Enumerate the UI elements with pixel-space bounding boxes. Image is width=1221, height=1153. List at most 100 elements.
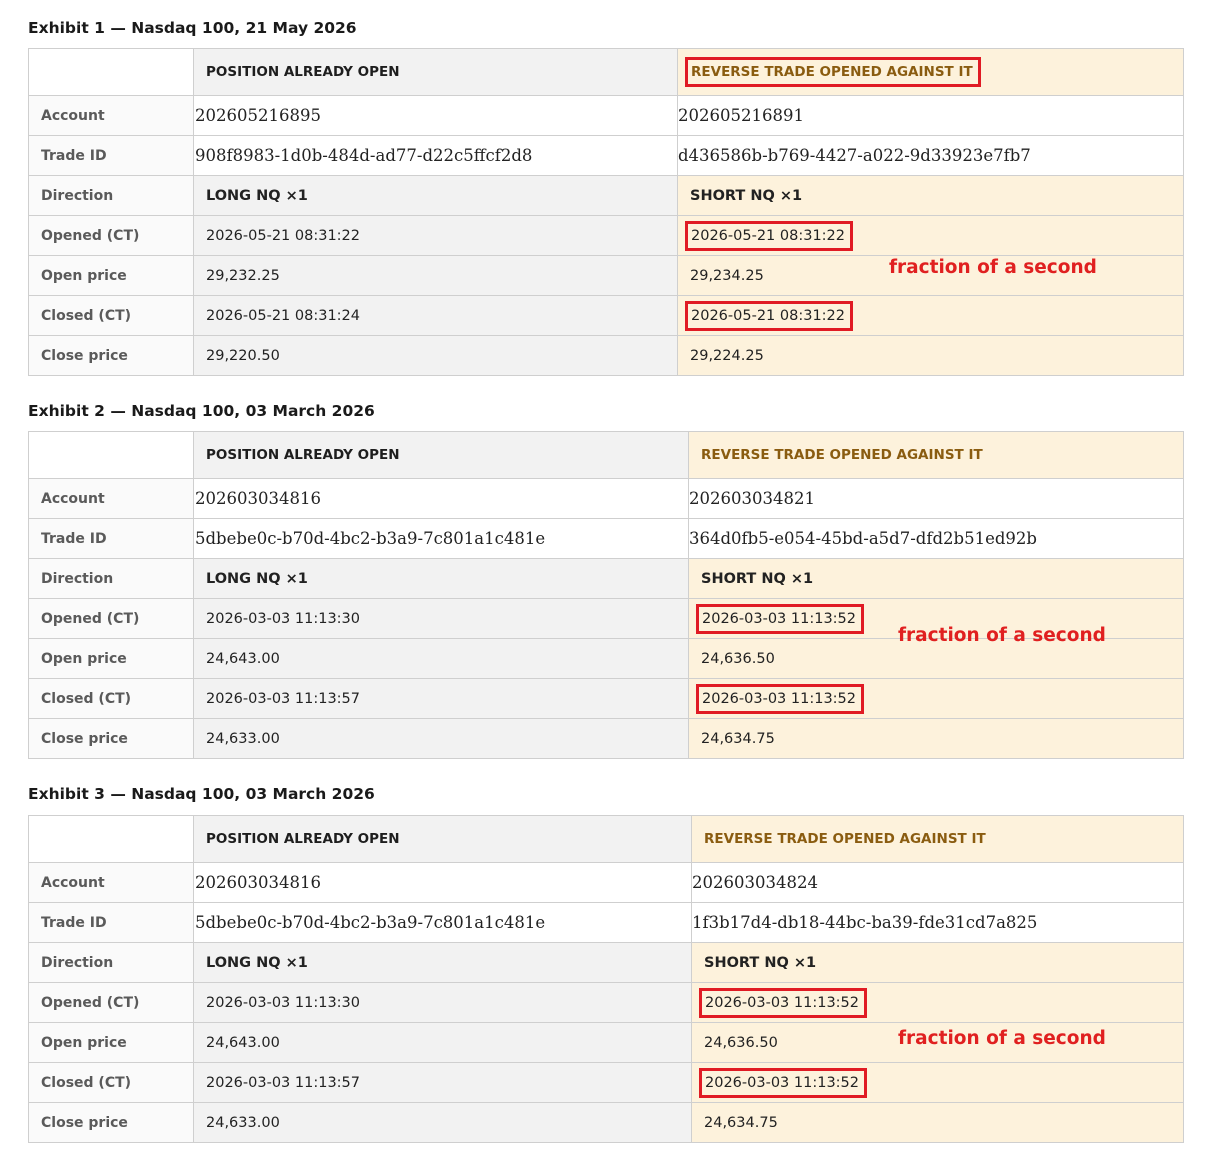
trade-comparison-table: POSITION ALREADY OPEN REVERSE TRADE OPEN… [28,431,1184,759]
table-row-trade-id: Trade ID 5dbebe0c-b70d-4bc2-b3a9-7c801a1… [28,518,1184,559]
open-opened-time: 2026-03-03 11:13:30 [193,598,689,639]
open-opened-time: 2026-03-03 11:13:30 [193,982,692,1023]
header-position-already-open: POSITION ALREADY OPEN [193,431,689,479]
exhibit-title: Exhibit 1 — Nasdaq 100, 21 May 2026 [28,19,357,37]
table-header-row: POSITION ALREADY OPEN REVERSE TRADE OPEN… [28,431,1184,479]
highlighted-timestamp: 2026-03-03 11:13:52 [696,603,864,634]
reverse-closed-time: 2026-03-03 11:13:52 [691,1062,1184,1103]
row-label: Close price [28,335,194,376]
header-reverse-trade: REVERSE TRADE OPENED AGAINST IT [691,815,1184,863]
open-opened-time: 2026-05-21 08:31:22 [193,215,678,256]
table-row-direction: Direction LONG NQ ×1 SHORT NQ ×1 [28,175,1184,216]
exhibit-2: Exhibit 2 — Nasdaq 100, 03 March 2026 PO… [28,399,1184,759]
open-trade-id: 5dbebe0c-b70d-4bc2-b3a9-7c801a1c481e [193,518,689,559]
row-label: Direction [28,558,194,599]
table-row-opened: Opened (CT) 2026-05-21 08:31:22 2026-05-… [28,215,1184,256]
table-row-account: Account 202603034816 202603034824 [28,862,1184,903]
row-label: Opened (CT) [28,982,194,1023]
table-row-open-price: Open price 24,643.00 24,636.50 fraction o… [28,1022,1184,1063]
open-direction: LONG NQ ×1 [193,558,689,599]
open-open-price: 29,232.25 [193,255,678,296]
exhibit-title: Exhibit 2 — Nasdaq 100, 03 March 2026 [28,402,375,420]
row-label: Open price [28,1022,194,1063]
reverse-close-price: 24,634.75 [691,1102,1184,1143]
open-account: 202603034816 [193,478,689,519]
row-label: Trade ID [28,518,194,559]
row-label: Account [28,478,194,519]
reverse-opened-time: 2026-03-03 11:13:52 [691,982,1184,1023]
reverse-account: 202603034821 [688,478,1184,519]
open-direction: LONG NQ ×1 [193,942,692,983]
fraction-annotation: fraction of a second [898,624,1106,646]
row-label: Opened (CT) [28,598,194,639]
trade-comparison-table: POSITION ALREADY OPEN REVERSE TRADE OPEN… [28,815,1184,1143]
header-position-already-open: POSITION ALREADY OPEN [193,815,692,863]
open-close-price: 29,220.50 [193,335,678,376]
reverse-direction: SHORT NQ ×1 [677,175,1184,216]
table-row-close-price: Close price 29,220.50 29,224.25 [28,335,1184,376]
table-row-direction: Direction LONG NQ ×1 SHORT NQ ×1 [28,558,1184,599]
open-trade-id: 5dbebe0c-b70d-4bc2-b3a9-7c801a1c481e [193,902,692,943]
exhibit-1: Exhibit 1 — Nasdaq 100, 21 May 2026 POSI… [28,16,1184,376]
open-open-price: 24,643.00 [193,1022,692,1063]
row-label: Trade ID [28,135,194,176]
row-label: Open price [28,255,194,296]
reverse-closed-time: 2026-03-03 11:13:52 [688,678,1184,719]
open-close-price: 24,633.00 [193,718,689,759]
table-row-close-price: Close price 24,633.00 24,634.75 [28,718,1184,759]
table-row-trade-id: Trade ID 5dbebe0c-b70d-4bc2-b3a9-7c801a1… [28,902,1184,943]
row-label: Account [28,95,194,136]
reverse-trade-id: d436586b-b769-4427-a022-9d33923e7fb7 [677,135,1184,176]
table-row-open-price: Open price 29,232.25 29,234.25 fraction o… [28,255,1184,296]
open-trade-id: 908f8983-1d0b-484d-ad77-d22c5ffcf2d8 [193,135,678,176]
highlighted-header: REVERSE TRADE OPENED AGAINST IT [685,57,981,87]
reverse-account: 202603034824 [691,862,1184,903]
row-label: Closed (CT) [28,1062,194,1103]
row-label: Opened (CT) [28,215,194,256]
reverse-closed-time: 2026-05-21 08:31:22 [677,295,1184,336]
table-header-row: POSITION ALREADY OPEN REVERSE TRADE OPEN… [28,815,1184,863]
table-row-direction: Direction LONG NQ ×1 SHORT NQ ×1 [28,942,1184,983]
row-label: Closed (CT) [28,678,194,719]
highlighted-timestamp: 2026-03-03 11:13:52 [699,1067,867,1098]
highlighted-timestamp: 2026-03-03 11:13:52 [696,683,864,714]
fraction-annotation: fraction of a second [889,256,1097,278]
table-row-account: Account 202603034816 202603034821 [28,478,1184,519]
price-value: 24,636.50 [701,650,775,667]
fraction-annotation: fraction of a second [898,1027,1106,1049]
table-row-account: Account 202605216895 202605216891 [28,95,1184,136]
row-label: Closed (CT) [28,295,194,336]
row-label: Open price [28,638,194,679]
reverse-trade-id: 1f3b17d4-db18-44bc-ba39-fde31cd7a825 [691,902,1184,943]
row-label: Account [28,862,194,903]
row-label: Direction [28,942,194,983]
reverse-close-price: 24,634.75 [688,718,1184,759]
table-row-closed: Closed (CT) 2026-03-03 11:13:57 2026-03-… [28,1062,1184,1103]
open-account: 202603034816 [193,862,692,903]
row-label: Close price [28,718,194,759]
header-reverse-trade: REVERSE TRADE OPENED AGAINST IT [677,48,1184,96]
exhibit-3: Exhibit 3 — Nasdaq 100, 03 March 2026 PO… [28,782,1184,1143]
open-direction: LONG NQ ×1 [193,175,678,216]
reverse-account: 202605216891 [677,95,1184,136]
reverse-open-price: 29,234.25 fraction of a second [677,255,1184,296]
highlighted-timestamp: 2026-05-21 08:31:22 [685,300,853,331]
header-corner-cell [28,431,194,479]
table-header-row: POSITION ALREADY OPEN REVERSE TRADE OPEN… [28,48,1184,96]
table-row-opened: Opened (CT) 2026-03-03 11:13:30 2026-03-… [28,982,1184,1023]
table-row-closed: Closed (CT) 2026-05-21 08:31:24 2026-05-… [28,295,1184,336]
header-reverse-trade: REVERSE TRADE OPENED AGAINST IT [688,431,1184,479]
table-row-close-price: Close price 24,633.00 24,634.75 [28,1102,1184,1143]
table-row-trade-id: Trade ID 908f8983-1d0b-484d-ad77-d22c5ff… [28,135,1184,176]
reverse-direction: SHORT NQ ×1 [691,942,1184,983]
price-value: 29,234.25 [690,267,764,284]
reverse-trade-id: 364d0fb5-e054-45bd-a5d7-dfd2b51ed92b [688,518,1184,559]
header-position-already-open: POSITION ALREADY OPEN [193,48,678,96]
header-corner-cell [28,815,194,863]
open-close-price: 24,633.00 [193,1102,692,1143]
reverse-opened-time: 2026-05-21 08:31:22 [677,215,1184,256]
header-corner-cell [28,48,194,96]
trade-comparison-table: POSITION ALREADY OPEN REVERSE TRADE OPEN… [28,48,1184,376]
open-account: 202605216895 [193,95,678,136]
table-row-open-price: Open price 24,643.00 24,636.50 fraction o… [28,625,1184,679]
